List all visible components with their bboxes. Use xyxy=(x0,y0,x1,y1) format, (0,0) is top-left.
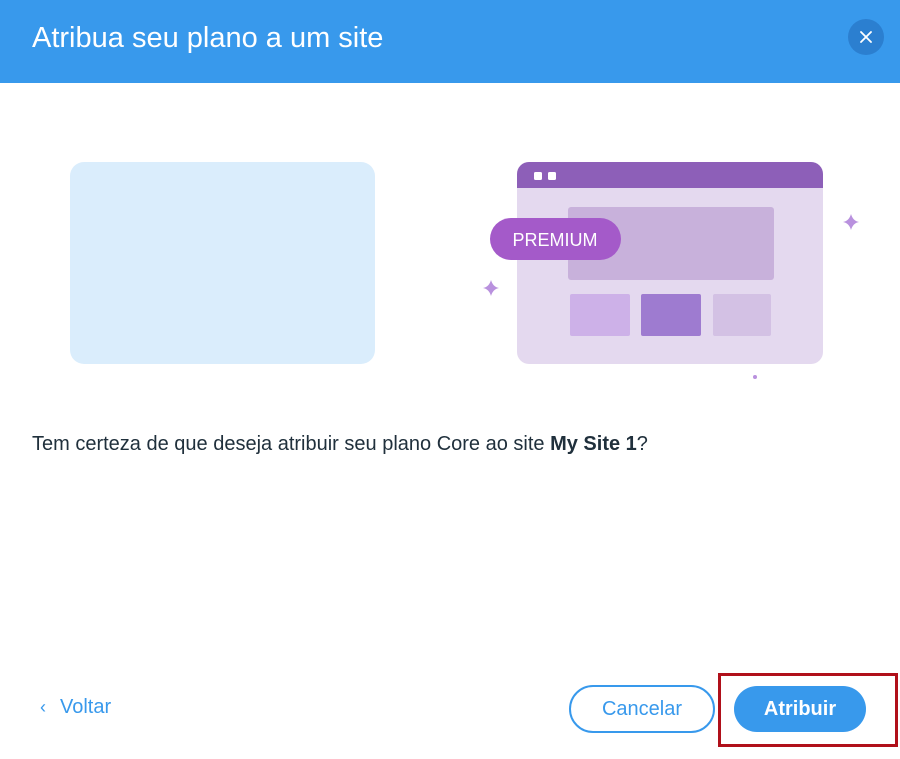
premium-badge-text: PREMIUM xyxy=(513,230,598,250)
cancel-button[interactable]: Cancelar xyxy=(569,685,715,733)
assign-confirmation-message: Tem certeza de que deseja atribuir seu p… xyxy=(32,433,648,455)
highlight-box xyxy=(718,673,898,747)
back-label: Voltar xyxy=(60,696,112,718)
site-name: My Site 1 xyxy=(550,433,637,455)
back-button[interactable]: ‹ Voltar xyxy=(40,696,111,719)
dialog-header: Atribua seu plano a um site xyxy=(0,0,900,83)
current-site-illustration xyxy=(70,162,375,364)
dialog-title: Atribua seu plano a um site xyxy=(32,22,384,54)
premium-site-illustration: PREMIUM xyxy=(483,162,859,379)
chevron-left-icon: ‹ xyxy=(40,697,46,717)
sparkle-icon xyxy=(483,280,499,296)
sparkle-icon xyxy=(843,214,859,230)
close-icon xyxy=(860,31,872,43)
close-button[interactable] xyxy=(848,19,884,55)
